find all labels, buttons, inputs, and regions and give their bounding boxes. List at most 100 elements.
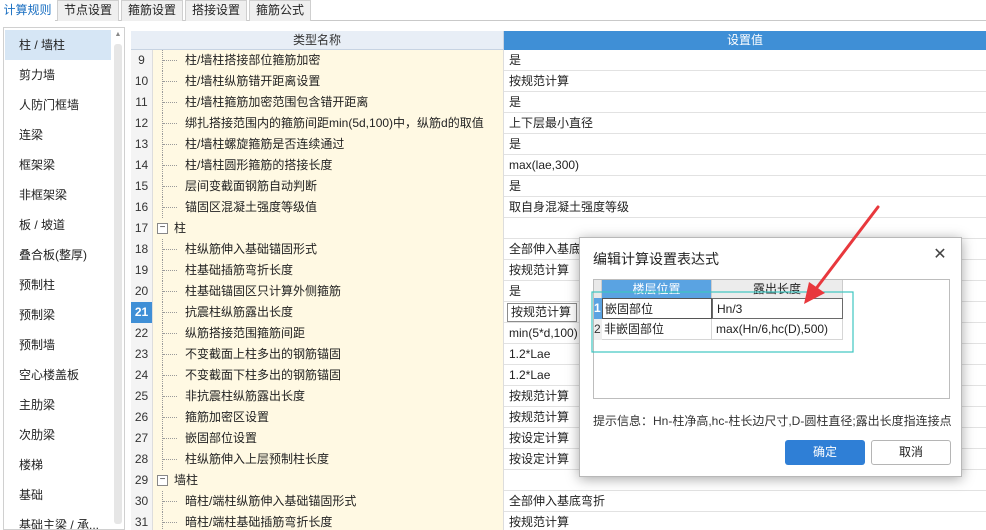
row-number: 14 bbox=[131, 155, 153, 176]
type-name-cell[interactable]: 柱基础锚固区只计算外侧箍筋 bbox=[153, 281, 504, 302]
type-name-cell[interactable]: 不变截面下柱多出的钢筋锚固 bbox=[153, 365, 504, 386]
type-name-text: 柱/墙柱搭接部位箍筋加密 bbox=[185, 53, 321, 67]
type-name-cell[interactable]: 柱基础插筋弯折长度 bbox=[153, 260, 504, 281]
scroll-up-icon[interactable]: ▲ bbox=[114, 31, 122, 39]
type-name-cell[interactable]: − 墙柱 bbox=[153, 470, 504, 491]
tab-node-settings[interactable]: 节点设置 bbox=[57, 0, 119, 21]
setting-value-cell[interactable]: max(lae,300) bbox=[505, 155, 986, 176]
tree-branch bbox=[163, 396, 177, 397]
sidebar-item-shear-wall[interactable]: 剪力墙 bbox=[5, 60, 111, 90]
type-name-cell[interactable]: 抗震柱纵筋露出长度 bbox=[153, 302, 504, 323]
sidebar-item-precast-column[interactable]: 预制柱 bbox=[5, 270, 111, 300]
setting-value-cell[interactable]: 取自身混凝土强度等级 bbox=[505, 197, 986, 218]
sidebar-item-column[interactable]: 柱 / 墙柱 bbox=[5, 30, 111, 60]
type-name-cell[interactable]: 层间变截面钢筋自动判断 bbox=[153, 176, 504, 197]
type-name-cell[interactable]: 柱/墙柱箍筋加密范围包含错开距离 bbox=[153, 92, 504, 113]
table-row[interactable]: 30 暗柱/端柱纵筋伸入基础锚固形式 全部伸入基底弯折 bbox=[131, 491, 986, 512]
row-number: 13 bbox=[131, 134, 153, 155]
type-name-text: 非抗震柱纵筋露出长度 bbox=[185, 389, 306, 403]
tab-stirrup-formula[interactable]: 箍筋公式 bbox=[249, 0, 311, 21]
row-number: 10 bbox=[131, 71, 153, 92]
setting-value-cell[interactable]: 是 bbox=[505, 50, 986, 71]
sidebar-item-stairs[interactable]: 楼梯 bbox=[5, 450, 111, 480]
table-row[interactable]: 15 层间变截面钢筋自动判断 是 bbox=[131, 176, 986, 197]
type-name-cell[interactable]: 柱/墙柱圆形箍筋的搭接长度 bbox=[153, 155, 504, 176]
sidebar-item-secondary-rib-beam[interactable]: 次肋梁 bbox=[5, 420, 111, 450]
type-name-cell[interactable]: 柱/墙柱纵筋错开距离设置 bbox=[153, 71, 504, 92]
type-name-text: 柱/墙柱箍筋加密范围包含错开距离 bbox=[185, 95, 369, 109]
table-row[interactable]: 1 嵌固部位 Hn/3 bbox=[594, 298, 843, 319]
table-row[interactable]: 14 柱/墙柱圆形箍筋的搭接长度 max(lae,300) bbox=[131, 155, 986, 176]
table-row[interactable]: 9 柱/墙柱搭接部位箍筋加密 是 bbox=[131, 50, 986, 71]
collapse-icon[interactable]: − bbox=[157, 475, 168, 486]
sidebar-item-slab-ramp[interactable]: 板 / 坡道 bbox=[5, 210, 111, 240]
tree-branch bbox=[163, 375, 177, 376]
header-exposed-length[interactable]: 露出长度 bbox=[712, 280, 843, 298]
cancel-button[interactable]: 取消 bbox=[871, 440, 951, 465]
sidebar-item-frame-beam[interactable]: 框架梁 bbox=[5, 150, 111, 180]
sidebar-item-composite-slab[interactable]: 叠合板(整厚) bbox=[5, 240, 111, 270]
type-name-cell[interactable]: 暗柱/端柱基础插筋弯折长度 bbox=[153, 512, 504, 530]
setting-value-cell[interactable]: 按规范计算 bbox=[505, 512, 986, 530]
setting-value-cell[interactable]: 是 bbox=[505, 134, 986, 155]
type-name-cell[interactable]: 柱/墙柱螺旋箍筋是否连续通过 bbox=[153, 134, 504, 155]
setting-value-cell[interactable]: 是 bbox=[505, 176, 986, 197]
close-icon[interactable]: ✕ bbox=[931, 246, 949, 264]
type-name-cell[interactable]: 绑扎搭接范围内的箍筋间距min(5d,100)中，纵筋d的取值 bbox=[153, 113, 504, 134]
type-name-cell[interactable]: 暗柱/端柱纵筋伸入基础锚固形式 bbox=[153, 491, 504, 512]
type-name-cell[interactable]: 柱纵筋伸入基础锚固形式 bbox=[153, 239, 504, 260]
sidebar-item-hollow-slab[interactable]: 空心楼盖板 bbox=[5, 360, 111, 390]
sidebar-item-foundation-main-beam[interactable]: 基础主梁 / 承... bbox=[5, 510, 111, 529]
setting-value-cell[interactable]: 按规范计算 bbox=[505, 71, 986, 92]
dialog-title: 编辑计算设置表达式 bbox=[593, 251, 719, 267]
table-row[interactable]: 11 柱/墙柱箍筋加密范围包含错开距离 是 bbox=[131, 92, 986, 113]
setting-value-cell[interactable]: 上下层最小直径 bbox=[505, 113, 986, 134]
type-name-cell[interactable]: − 柱 bbox=[153, 218, 504, 239]
type-name-cell[interactable]: 不变截面上柱多出的钢筋锚固 bbox=[153, 344, 504, 365]
sidebar-item-civil-door-frame[interactable]: 人防门框墙 bbox=[5, 90, 111, 120]
type-name-cell[interactable]: 锚固区混凝土强度等级值 bbox=[153, 197, 504, 218]
header-type-name[interactable]: 类型名称 bbox=[131, 31, 504, 50]
row-number: 17 bbox=[131, 218, 153, 239]
setting-value-cell[interactable]: 是 bbox=[505, 92, 986, 113]
type-name-text: 嵌固部位设置 bbox=[185, 431, 258, 445]
sidebar-item-non-frame-beam[interactable]: 非框架梁 bbox=[5, 180, 111, 210]
table-row[interactable]: 16 锚固区混凝土强度等级值 取自身混凝土强度等级 bbox=[131, 197, 986, 218]
table-row[interactable]: 31 暗柱/端柱基础插筋弯折长度 按规范计算 bbox=[131, 512, 986, 530]
floor-position-cell[interactable]: 非嵌固部位 bbox=[602, 319, 712, 340]
exposed-length-cell[interactable]: Hn/3 bbox=[712, 298, 843, 319]
type-name-cell[interactable]: 嵌固部位设置 bbox=[153, 428, 504, 449]
header-floor-position[interactable]: 楼层位置 bbox=[602, 280, 712, 298]
sidebar-item-precast-beam[interactable]: 预制梁 bbox=[5, 300, 111, 330]
type-name-cell[interactable]: 柱纵筋伸入上层预制柱长度 bbox=[153, 449, 504, 470]
type-name-cell[interactable]: 纵筋搭接范围箍筋间距 bbox=[153, 323, 504, 344]
tab-calc-rules[interactable]: 计算规则 bbox=[0, 0, 55, 22]
tree-branch bbox=[163, 501, 177, 502]
tree-branch bbox=[163, 522, 177, 523]
exposed-length-cell[interactable]: max(Hn/6,hc(D),500) bbox=[712, 319, 843, 340]
header-setting-value[interactable]: 设置值 bbox=[504, 31, 986, 50]
tree-branch bbox=[163, 291, 177, 292]
table-row[interactable]: 2 非嵌固部位 max(Hn/6,hc(D),500) bbox=[594, 319, 843, 340]
setting-value-cell[interactable] bbox=[505, 218, 986, 239]
type-name-cell[interactable]: 柱/墙柱搭接部位箍筋加密 bbox=[153, 50, 504, 71]
type-name-cell[interactable]: 箍筋加密区设置 bbox=[153, 407, 504, 428]
tab-stirrup-settings[interactable]: 箍筋设置 bbox=[121, 0, 183, 21]
ok-button[interactable]: 确定 bbox=[785, 440, 865, 465]
sidebar-item-precast-wall[interactable]: 预制墙 bbox=[5, 330, 111, 360]
table-row[interactable]: 12 绑扎搭接范围内的箍筋间距min(5d,100)中，纵筋d的取值 上下层最小直径 bbox=[131, 113, 986, 134]
sidebar-item-coupling-beam[interactable]: 连梁 bbox=[5, 120, 111, 150]
table-row[interactable]: 13 柱/墙柱螺旋箍筋是否连续通过 是 bbox=[131, 134, 986, 155]
sidebar-item-main-rib-beam[interactable]: 主肋梁 bbox=[5, 390, 111, 420]
setting-value-editor[interactable]: 按规范计算 bbox=[507, 303, 577, 322]
floor-position-cell[interactable]: 嵌固部位 bbox=[602, 298, 712, 319]
table-row[interactable]: 17− 柱 bbox=[131, 218, 986, 239]
setting-value-cell[interactable]: 全部伸入基底弯折 bbox=[505, 491, 986, 512]
sidebar-scrollbar[interactable] bbox=[114, 44, 122, 524]
row-number: 2 bbox=[594, 319, 602, 340]
sidebar-item-foundation[interactable]: 基础 bbox=[5, 480, 111, 510]
type-name-cell[interactable]: 非抗震柱纵筋露出长度 bbox=[153, 386, 504, 407]
table-row[interactable]: 10 柱/墙柱纵筋错开距离设置 按规范计算 bbox=[131, 71, 986, 92]
collapse-icon[interactable]: − bbox=[157, 223, 168, 234]
tab-lap-settings[interactable]: 搭接设置 bbox=[185, 0, 247, 21]
